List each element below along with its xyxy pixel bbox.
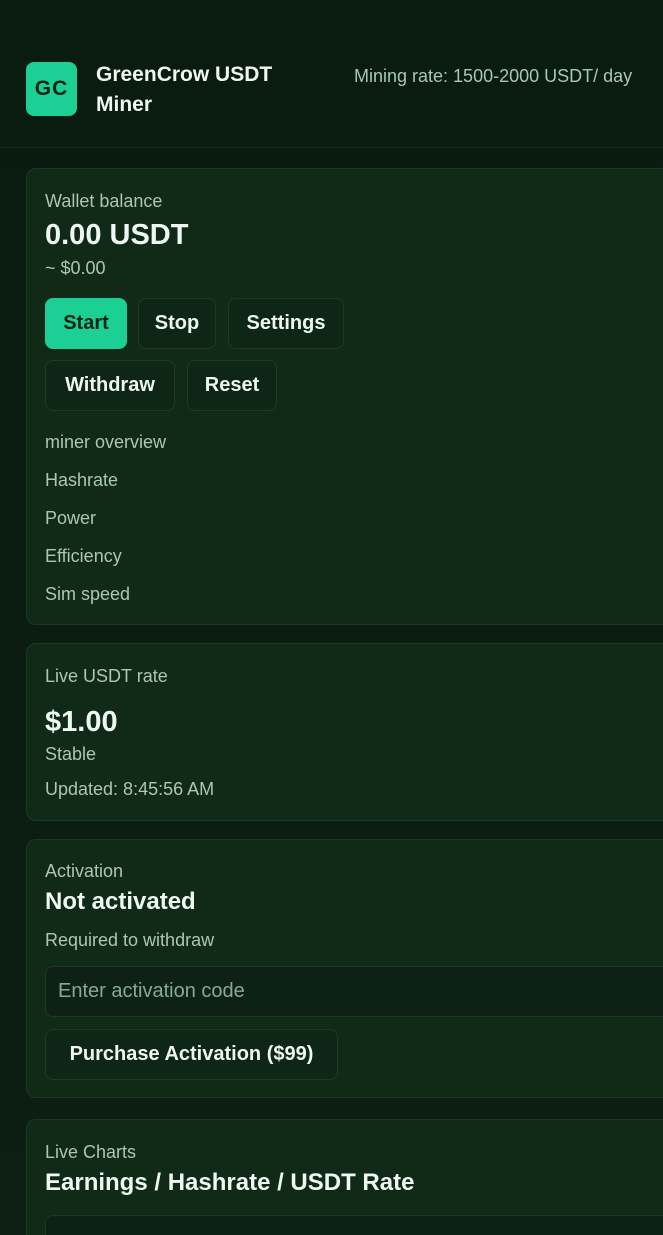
live-charts-card: Live Charts Earnings / Hashrate / USDT R… xyxy=(26,1119,663,1235)
purchase-activation-button[interactable]: Purchase Activation ($99) xyxy=(45,1029,338,1080)
wallet-usd-value: ~ $0.00 xyxy=(45,258,106,278)
miner-overview-title: miner overview xyxy=(45,432,167,452)
live-charts-title: Earnings / Hashrate / USDT Rate xyxy=(45,1169,415,1196)
chart-area xyxy=(45,1215,663,1235)
activation-card: Activation Not activated Required to wit… xyxy=(26,839,663,1098)
stop-button[interactable]: Stop xyxy=(138,298,216,349)
page: GC GreenCrow USDT Miner Mining rate: 150… xyxy=(0,0,663,1235)
activation-status: Not activated xyxy=(45,888,196,915)
wallet-balance-label: Wallet balance xyxy=(45,191,163,211)
usdt-rate-value: $1.00 xyxy=(45,706,118,738)
start-button[interactable]: Start xyxy=(45,298,127,349)
wallet-card: Wallet balance 0.00 USDT ~ $0.00 Start S… xyxy=(26,168,663,625)
usdt-rate-updated: Updated: 8:45:56 AM xyxy=(45,779,215,799)
stat-hashrate-label: Hashrate xyxy=(45,470,119,490)
usdt-rate-card: Live USDT rate $1.00 Stable Updated: 8:4… xyxy=(26,643,663,821)
usdt-rate-label: Live USDT rate xyxy=(45,666,168,686)
app-logo: GC xyxy=(26,62,77,116)
stat-power-label: Power xyxy=(45,508,97,528)
activation-note: Required to withdraw xyxy=(45,930,215,950)
settings-button[interactable]: Settings xyxy=(228,298,344,349)
reset-button[interactable]: Reset xyxy=(187,360,277,411)
mining-rate-text: Mining rate: 1500-2000 USDT/ day xyxy=(354,66,633,86)
activation-code-input[interactable] xyxy=(45,966,663,1017)
activation-label: Activation xyxy=(45,861,124,881)
live-charts-label: Live Charts xyxy=(45,1142,137,1162)
stat-sim-speed-label: Sim speed xyxy=(45,584,131,604)
stat-efficiency-label: Efficiency xyxy=(45,546,122,566)
app-header: GC GreenCrow USDT Miner Mining rate: 150… xyxy=(0,0,663,148)
app-title: GreenCrow USDT Miner xyxy=(96,63,273,116)
wallet-balance-value: 0.00 USDT xyxy=(45,219,189,251)
withdraw-button[interactable]: Withdraw xyxy=(45,360,175,411)
usdt-rate-status: Stable xyxy=(45,744,97,764)
